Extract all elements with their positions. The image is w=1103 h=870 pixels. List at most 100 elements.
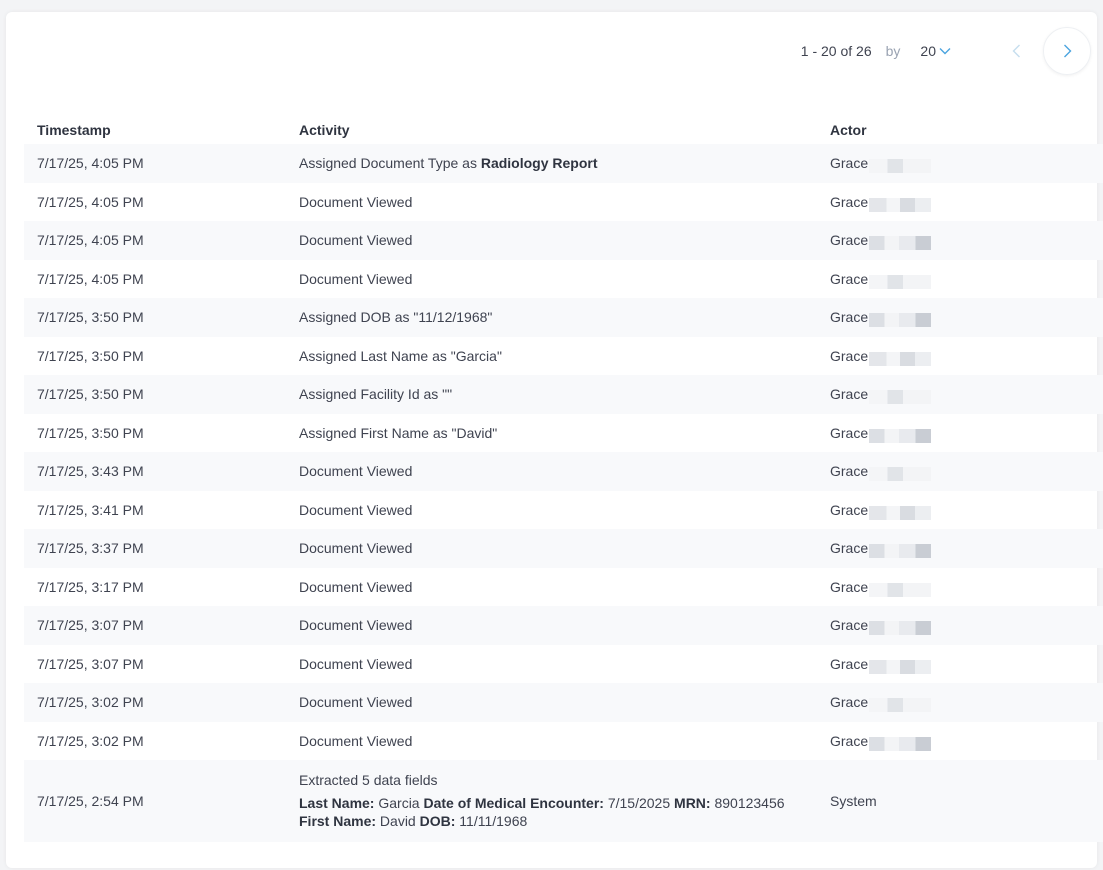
field-value: 7/15/2025 [607,795,671,811]
actor-name: Grace [830,463,869,480]
table-row[interactable]: 7/17/25, 3:50 PM Assigned Facility Id as… [24,375,1103,414]
pagination-bar: 1 - 20 of 26 by 20 [801,27,1091,75]
activity-text: Document Viewed [299,501,413,518]
field-label: MRN: [674,795,711,811]
table-row[interactable]: 7/17/25, 3:02 PM Document Viewed Grace [24,722,1103,761]
activity-text: Document Viewed [299,540,413,557]
redacted-surname [869,390,932,405]
table-row[interactable]: 7/17/25, 4:05 PM Document Viewed Grace [24,183,1103,222]
audit-log-panel: 1 - 20 of 26 by 20 Timestamp Activity Ac… [6,12,1103,868]
actor-cell: Grace [817,491,1029,530]
actor-name: Grace [830,193,869,210]
actor-name: Grace [830,309,869,326]
redacted-surname [869,736,932,751]
actor-cell: Grace [817,337,1029,376]
redacted-surname [869,428,932,443]
timestamp-cell: 7/17/25, 4:05 PM [37,193,144,210]
activity-cell: Assigned Last Name as "Garcia" [286,337,817,376]
redacted-surname [869,505,932,520]
page-size-select[interactable]: 20 [920,43,951,59]
chevron-down-icon [939,48,951,55]
redacted-surname [869,313,932,328]
table-row[interactable]: 7/17/25, 3:50 PM Assigned DOB as "11/12/… [24,298,1103,337]
actor-name: Grace [830,155,869,172]
activity-text: Assigned DOB as "11/12/1968" [299,309,493,326]
table-row[interactable]: 7/17/25, 4:05 PM Document Viewed Grace [24,221,1103,260]
chevron-left-icon [1012,44,1020,58]
actor-cell: Grace [817,452,1029,491]
activity-header[interactable]: Activity [286,116,817,144]
activity-text: Document Viewed [299,617,413,634]
activity-cell: Assigned Facility Id as "" [286,375,817,414]
activity-text: Assigned Document Type as [299,155,481,172]
table-row[interactable]: 7/17/25, 3:07 PM Document Viewed Grace [24,606,1103,645]
actor-cell: Grace [817,568,1029,607]
redacted-surname [869,159,932,174]
field-label: Last Name: [299,795,375,811]
field-value: 11/11/1968 [459,813,528,829]
actor-cell: Grace [817,414,1029,453]
timestamp-cell: 7/17/25, 2:54 PM [37,793,144,809]
timestamp-cell: 7/17/25, 3:50 PM [37,347,144,364]
actor-cell: Grace [817,221,1029,260]
activity-value: Radiology Report [480,155,598,172]
activity-cell: Document Viewed [286,606,817,645]
redacted-surname [869,582,932,597]
timestamp-cell: 7/17/25, 3:17 PM [37,578,144,595]
actor-header[interactable]: Actor [817,116,1029,144]
field-value: Garcia [378,795,420,811]
activity-cell: Document Viewed [286,645,817,684]
activity-cell: Assigned Document Type as Radiology Repo… [286,144,817,183]
timestamp-cell: 7/17/25, 4:05 PM [37,270,144,287]
activity-text: Document Viewed [299,232,413,249]
table-row[interactable]: 7/17/25, 3:37 PM Document Viewed Grace [24,529,1103,568]
activity-text: Assigned First Name as "David" [299,424,498,441]
actor-name: Grace [830,617,869,634]
redacted-surname [869,274,932,289]
table-header-row: Timestamp Activity Actor [24,116,1103,144]
table-row[interactable]: 7/17/25, 3:50 PM Assigned First Name as … [24,414,1103,453]
actor-name: Grace [830,501,869,518]
extraction-title: Extracted 5 data fields [299,772,438,788]
table-row[interactable]: 7/17/25, 3:41 PM Document Viewed Grace [24,491,1103,530]
table-row-expanded[interactable]: 7/17/25, 2:54 PM Extracted 5 data fields… [24,760,1103,842]
redacted-surname [869,467,932,482]
actor-name: Grace [830,694,869,711]
next-page-button[interactable] [1043,27,1091,75]
activity-cell: Document Viewed [286,568,817,607]
table-row[interactable]: 7/17/25, 3:43 PM Document Viewed Grace [24,452,1103,491]
activity-text: Assigned Facility Id as "" [299,386,453,403]
actor-cell: Grace [817,375,1029,414]
actor-cell: Grace [817,683,1029,722]
timestamp-header[interactable]: Timestamp [24,116,286,144]
table-row[interactable]: 7/17/25, 3:50 PM Assigned Last Name as "… [24,337,1103,376]
page-size-value: 20 [920,43,936,59]
timestamp-cell: 7/17/25, 3:37 PM [37,540,144,557]
timestamp-cell: 7/17/25, 3:07 PM [37,655,144,672]
timestamp-cell: 7/17/25, 3:07 PM [37,617,144,634]
field-label: Date of Medical Encounter: [423,795,604,811]
table-row[interactable]: 7/17/25, 4:05 PM Assigned Document Type … [24,144,1103,183]
actor-name: Grace [830,386,869,403]
collapse-row-button[interactable] [1042,796,1103,806]
activity-cell: Document Viewed [286,529,817,568]
actor-cell: Grace [817,606,1029,645]
table-row[interactable]: 7/17/25, 4:05 PM Document Viewed Grace [24,260,1103,299]
toggle-header [1029,116,1103,144]
redacted-surname [869,351,932,366]
table-row[interactable]: 7/17/25, 3:02 PM Document Viewed Grace [24,683,1103,722]
redacted-surname [869,236,932,251]
activity-text: Document Viewed [299,270,413,287]
activity-cell: Document Viewed [286,221,817,260]
activity-text: Document Viewed [299,193,413,210]
timestamp-cell: 7/17/25, 4:05 PM [37,155,144,172]
table-row[interactable]: 7/17/25, 3:07 PM Document Viewed Grace [24,645,1103,684]
actor-name: Grace [830,424,869,441]
timestamp-cell: 7/17/25, 3:02 PM [37,732,144,749]
activity-cell: Assigned DOB as "11/12/1968" [286,298,817,337]
activity-text: Document Viewed [299,694,413,711]
table-row[interactable]: 7/17/25, 3:17 PM Document Viewed Grace [24,568,1103,607]
actor-name: Grace [830,655,869,672]
previous-page-button[interactable] [993,28,1039,74]
pagination-by-label: by [885,43,901,59]
